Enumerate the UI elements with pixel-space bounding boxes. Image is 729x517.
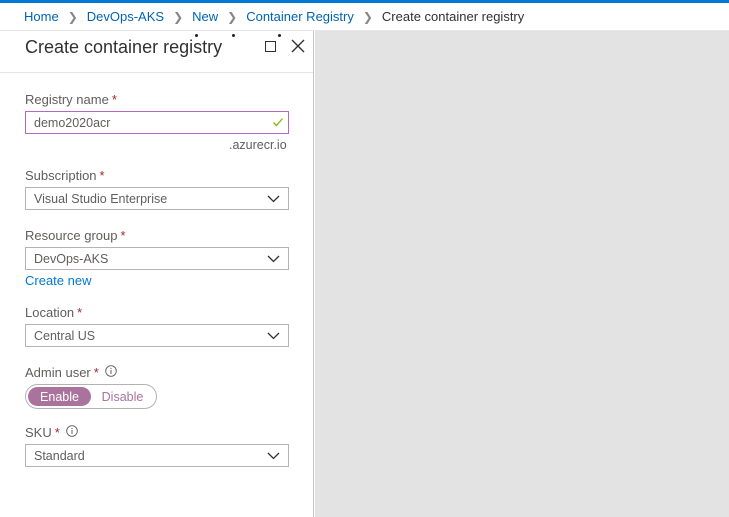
close-icon [291, 39, 305, 53]
sku-label: SKU * [25, 425, 78, 441]
admin-user-toggle: Enable Disable [25, 384, 157, 409]
breadcrumb-home[interactable]: Home [24, 9, 59, 24]
breadcrumb-devops-aks[interactable]: DevOps-AKS [87, 9, 164, 24]
chevron-right-icon: ❯ [362, 9, 373, 24]
chevron-down-icon [267, 195, 280, 203]
sku-select[interactable]: Standard [25, 444, 289, 467]
chevron-right-icon: ❯ [227, 9, 238, 24]
chevron-right-icon: ❯ [67, 9, 78, 24]
admin-enable-option[interactable]: Enable [28, 387, 91, 406]
breadcrumb-container-registry[interactable]: Container Registry [246, 9, 354, 24]
location-label: Location * [25, 305, 83, 320]
breadcrumb-current: Create container registry [381, 9, 525, 24]
create-new-resource-group-link[interactable]: Create new [25, 273, 91, 288]
subscription-label: Subscription * [25, 168, 105, 183]
resource-group-label: Resource group * [25, 228, 126, 243]
registry-name-label: Registry name * [25, 92, 117, 107]
info-icon[interactable] [105, 365, 117, 380]
chevron-down-icon [267, 255, 280, 263]
blade-header: Create container registry [0, 31, 313, 73]
blade-title: Create container registry [25, 37, 223, 57]
registry-domain-suffix: .azurecr.io [229, 138, 287, 152]
info-icon[interactable] [66, 425, 78, 440]
breadcrumb: Home ❯ DevOps-AKS ❯ New ❯ Container Regi… [0, 3, 729, 31]
location-select[interactable]: Central US [25, 324, 289, 347]
subscription-value: Visual Studio Enterprise [34, 191, 168, 206]
maximize-button[interactable] [261, 37, 279, 55]
close-button[interactable] [289, 37, 307, 55]
admin-disable-option[interactable]: Disable [91, 387, 154, 406]
chevron-right-icon: ❯ [173, 9, 184, 24]
checkmark-icon [273, 118, 283, 127]
empty-content-area [315, 31, 729, 517]
resource-group-select[interactable]: DevOps-AKS [25, 247, 289, 270]
chevron-down-icon [267, 452, 280, 460]
maximize-icon [264, 40, 276, 52]
loading-dot [195, 34, 198, 37]
admin-user-label: Admin user * [25, 365, 117, 381]
chevron-down-icon [267, 332, 280, 340]
resource-group-value: DevOps-AKS [34, 251, 109, 266]
location-value: Central US [34, 328, 96, 343]
sku-value: Standard [34, 448, 85, 463]
loading-dot [232, 34, 235, 37]
subscription-select[interactable]: Visual Studio Enterprise [25, 187, 289, 210]
registry-name-input[interactable]: demo2020acr [25, 111, 289, 134]
breadcrumb-new[interactable]: New [192, 9, 218, 24]
registry-name-value: demo2020acr [34, 115, 111, 130]
